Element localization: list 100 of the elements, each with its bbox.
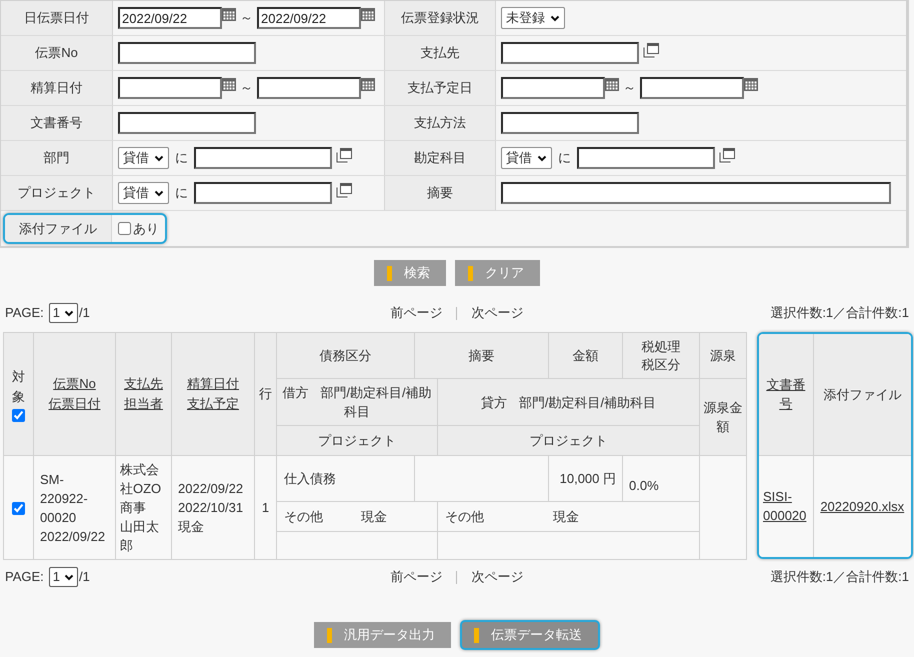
selection-count: 選択件数:1／合計件数:1 bbox=[770, 304, 909, 322]
column-header: 添付ファイル bbox=[822, 386, 902, 404]
sort-link[interactable]: 支払予定 bbox=[176, 394, 250, 414]
calendar-icon[interactable] bbox=[605, 77, 619, 91]
date-field[interactable] bbox=[118, 77, 222, 99]
dropdown[interactable]: 貸借 bbox=[118, 147, 169, 169]
text-field[interactable] bbox=[577, 147, 715, 169]
page-label: PAGE: bbox=[5, 568, 44, 586]
debt-type-text: 仕入債務 bbox=[284, 470, 336, 486]
amount-text: 10,000 円 bbox=[560, 470, 616, 486]
next-page-link[interactable]: 次ページ bbox=[471, 567, 524, 587]
field-label: 精算日付 bbox=[30, 79, 82, 98]
calendar-icon[interactable] bbox=[361, 77, 375, 91]
field-label: 部門 bbox=[44, 149, 70, 168]
page-label: PAGE: bbox=[5, 304, 44, 322]
range-separator: ～ bbox=[240, 79, 253, 98]
column-header: 金額 bbox=[572, 348, 598, 363]
sort-link[interactable]: 伝票No bbox=[38, 374, 111, 394]
line-number: 1 bbox=[262, 500, 270, 515]
date-field[interactable] bbox=[501, 77, 605, 99]
dropdown[interactable]: 1 bbox=[48, 567, 78, 587]
person-name: 山田太郎 bbox=[120, 518, 160, 555]
department-text: その他 bbox=[445, 508, 485, 526]
page-total: /1 bbox=[79, 304, 90, 322]
chevron-down-icon bbox=[64, 310, 74, 316]
checkbox-label[interactable]: あり bbox=[133, 218, 159, 238]
calendar-icon[interactable] bbox=[222, 77, 236, 91]
column-header: 対象 bbox=[12, 368, 25, 406]
chevron-down-icon bbox=[550, 14, 560, 22]
field-label: 支払先 bbox=[420, 44, 460, 62]
overlapping-squares-icon[interactable] bbox=[643, 42, 659, 58]
field-label: 摘要 bbox=[427, 184, 453, 202]
field-label: 日伝票日付 bbox=[24, 9, 89, 28]
slip-date: 2022/09/22 bbox=[40, 528, 106, 546]
column-header: 税区分 bbox=[640, 356, 682, 374]
column-header: 税処理 bbox=[640, 338, 682, 356]
accent-bar-icon bbox=[387, 266, 392, 280]
select-all-checkbox[interactable] bbox=[12, 408, 25, 422]
tax-rate: 0.0% bbox=[629, 478, 659, 492]
accent-bar-icon bbox=[327, 628, 332, 642]
column-header: 行 bbox=[259, 386, 272, 402]
checkbox[interactable] bbox=[118, 222, 131, 235]
field-label: 勘定科目 bbox=[414, 149, 466, 168]
column-header: 借方 bbox=[282, 385, 308, 400]
prev-page-link[interactable]: 前ページ bbox=[390, 303, 442, 323]
field-label: 添付ファイル bbox=[19, 220, 97, 238]
page-total: /1 bbox=[79, 568, 90, 586]
calendar-icon[interactable] bbox=[744, 77, 758, 91]
column-header: 摘要 bbox=[468, 348, 494, 363]
calendar-icon[interactable] bbox=[222, 7, 236, 21]
text-field[interactable] bbox=[501, 42, 639, 64]
sort-link[interactable]: 支払先 bbox=[120, 374, 167, 394]
sort-link[interactable]: 担当者 bbox=[120, 394, 167, 414]
slip-number: SM-220922-00020 bbox=[40, 470, 89, 526]
dropdown[interactable]: 1 bbox=[48, 303, 78, 323]
column-header: 部門/勘定科目/補助科目 bbox=[320, 385, 432, 419]
dropdown[interactable]: 貸借 bbox=[118, 182, 169, 204]
chevron-down-icon bbox=[537, 154, 547, 162]
overlapping-squares-icon[interactable] bbox=[719, 147, 735, 163]
column-header: プロジェクト bbox=[318, 432, 396, 448]
field-label: プロジェクト bbox=[18, 184, 96, 202]
date-field[interactable] bbox=[257, 77, 361, 99]
column-header: 貸方 bbox=[480, 394, 507, 410]
dropdown[interactable]: 未登録 bbox=[501, 7, 565, 29]
field-label: 支払予定日 bbox=[408, 79, 472, 98]
joiner-text: に bbox=[175, 149, 188, 168]
text-field[interactable] bbox=[501, 112, 639, 134]
settle-date: 2022/09/22 bbox=[178, 480, 244, 498]
date-field[interactable]: 2022/09/22 bbox=[118, 7, 222, 29]
text-field[interactable] bbox=[501, 182, 891, 204]
field-label: 支払方法 bbox=[414, 114, 466, 132]
overlapping-squares-icon[interactable] bbox=[336, 182, 352, 198]
next-page-link[interactable]: 次ページ bbox=[471, 303, 524, 323]
text-field[interactable] bbox=[118, 112, 256, 134]
column-header: 源泉金額 bbox=[704, 400, 742, 434]
column-header: 部門/勘定科目/補助科目 bbox=[518, 394, 656, 410]
text-field[interactable] bbox=[194, 147, 332, 169]
chevron-down-icon bbox=[64, 574, 74, 580]
field-label: 伝票No bbox=[35, 44, 78, 62]
date-field[interactable]: 2022/09/22 bbox=[257, 7, 361, 29]
text-field[interactable] bbox=[194, 182, 332, 204]
dropdown[interactable]: 貸借 bbox=[501, 147, 552, 169]
field-label: 文書番号 bbox=[30, 114, 82, 132]
date-field[interactable] bbox=[640, 77, 744, 99]
range-separator: ～ bbox=[623, 79, 636, 98]
account-text: 現金 bbox=[361, 508, 387, 526]
joiner-text: に bbox=[175, 184, 188, 202]
range-separator: ～ bbox=[240, 9, 253, 28]
calendar-icon[interactable] bbox=[361, 7, 375, 21]
attachment-link[interactable]: 20220920.xlsx bbox=[820, 498, 904, 514]
row-checkbox[interactable] bbox=[12, 502, 25, 515]
sort-link[interactable]: 伝票日付 bbox=[38, 394, 111, 414]
overlapping-squares-icon[interactable] bbox=[336, 147, 352, 163]
payment-date: 2022/10/31 bbox=[178, 499, 244, 517]
text-field[interactable] bbox=[118, 42, 256, 64]
chevron-down-icon bbox=[154, 190, 164, 196]
field-label: 伝票登録状況 bbox=[401, 9, 479, 28]
prev-page-link[interactable]: 前ページ bbox=[390, 567, 442, 587]
sort-link[interactable]: 精算日付 bbox=[176, 374, 250, 394]
selection-count: 選択件数:1／合計件数:1 bbox=[770, 568, 909, 586]
